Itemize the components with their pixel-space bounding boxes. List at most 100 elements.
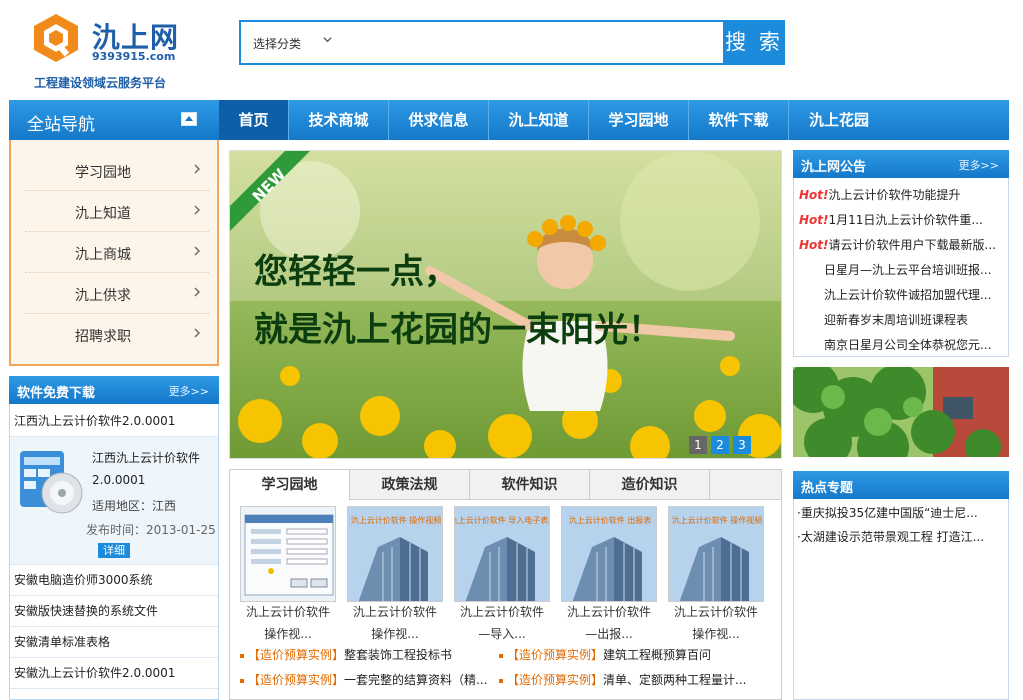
site-nav-menu: 学习园地 氿上知道 氿上商城 氿上供求 招聘求职 [9, 140, 219, 366]
bullet-icon [499, 653, 503, 658]
tab-software-knowledge[interactable]: 软件知识 [470, 470, 590, 500]
bullet-icon [240, 678, 244, 683]
thumb-video-3[interactable]: 氿上云计价软件 出报表 [561, 506, 657, 602]
collapse-toggle-icon[interactable] [181, 112, 197, 126]
side-menu-item[interactable]: 氿上商城 [25, 232, 209, 273]
download-featured-version: 2.0.0001 [92, 473, 146, 487]
tab-bar: 学习园地 政策法规 软件知识 造价知识 [230, 470, 781, 501]
thumb-software-screenshot[interactable] [240, 506, 336, 602]
side-menu-label: 氿上供求 [75, 288, 131, 304]
download-item[interactable]: 安徽清单标准表格 [10, 627, 218, 658]
nav-home[interactable]: 首页 [219, 100, 289, 140]
hot-badge: Hot! [799, 213, 829, 227]
thumb-img-text: 氿上云计价软件 操作视频 [351, 515, 442, 525]
search-button[interactable]: 搜 索 [723, 20, 785, 65]
building-image: 氿上云计价软件 操作视频 [348, 507, 442, 601]
notice-item[interactable]: 日星月—氿上云平台培训班报... [824, 261, 1004, 278]
download-item[interactable]: 安徽版快速替换的系统文件 [10, 596, 218, 627]
nav-garden[interactable]: 氿上花园 [789, 100, 889, 140]
search-category-select[interactable]: 选择分类 [253, 35, 301, 52]
chevron-right-icon [194, 164, 200, 174]
side-menu-item[interactable]: 学习园地 [25, 150, 209, 191]
news-item[interactable]: 【造价预算实例】清单、定额两种工程量计... [499, 671, 746, 688]
download-featured-area: 适用地区：江西 [92, 499, 177, 513]
topic-item[interactable]: ·太湖建设示范带景观工程 打造江... [797, 528, 1003, 545]
side-menu-item[interactable]: 氿上知道 [25, 191, 209, 232]
banner-image: NEW 您轻轻一点， 就是氿上花园的一束阳光！ [230, 151, 781, 458]
nav-supply-info[interactable]: 供求信息 [389, 100, 489, 140]
download-featured-date: 发布时间：2013-01-25 [86, 523, 216, 537]
download-detail-button[interactable]: 详细 [98, 543, 130, 558]
notice-more-link[interactable]: 更多>> [959, 157, 999, 173]
banner-slider[interactable]: NEW 您轻轻一点， 就是氿上花园的一束阳光！ 123 [229, 150, 782, 459]
thumb-video-1[interactable]: 氿上云计价软件 操作视频 [347, 506, 443, 602]
tab-cost-knowledge[interactable]: 造价知识 [590, 470, 710, 500]
download-more-link[interactable]: 更多>> [169, 383, 209, 399]
side-menu-label: 学习园地 [75, 165, 131, 181]
notice-panel-title: 氿上网公告 [801, 160, 867, 175]
thumb-img-text: 氿上云计价软件 出报表 [569, 515, 652, 525]
thumb-caption[interactable]: 氿上云计价软件 操作视... [340, 601, 450, 645]
thumb-caption[interactable]: 氿上云计价软件 操作视... [661, 601, 771, 645]
bullet-icon [499, 678, 503, 683]
news-item[interactable]: 【造价预算实例】整套装饰工程投标书 [240, 646, 452, 663]
search-box: 选择分类 搜 索 [239, 20, 785, 65]
download-featured-name[interactable]: 江西氿上云计价软件 [92, 449, 200, 466]
chevron-right-icon [194, 205, 200, 215]
download-panel-header: 软件免费下载 更多>> [9, 376, 219, 404]
tab-learning[interactable]: 学习园地 [230, 470, 350, 501]
nav-learning[interactable]: 学习园地 [589, 100, 689, 140]
main-nav: 首页 技术商城 供求信息 氿上知道 学习园地 软件下载 氿上花园 [219, 100, 1009, 140]
news-item[interactable]: 【造价预算实例】建筑工程概预算百问 [499, 646, 711, 663]
notice-item[interactable]: 迎新春岁末周培训班课程表 [824, 311, 1004, 328]
banner-page-1[interactable]: 1 [689, 436, 707, 454]
hot-badge: Hot! [799, 238, 829, 252]
topics-panel-header: 热点专题 [793, 471, 1009, 499]
side-menu-item[interactable]: 招聘求职 [25, 314, 209, 355]
thumb-caption[interactable]: 氿上云计价软件 —导入... [447, 601, 557, 645]
banner-line-1: 您轻轻一点， [254, 252, 458, 292]
notice-item[interactable]: Hot!氿上云计价软件功能提升 [799, 186, 999, 203]
notice-item[interactable]: Hot!请云计价软件用户下载最新版... [799, 236, 999, 253]
site-nav-header: 全站导航 [9, 100, 219, 140]
nav-software-download[interactable]: 软件下载 [689, 100, 789, 140]
nav-zhidao[interactable]: 氿上知道 [489, 100, 589, 140]
news-item[interactable]: 【造价预算实例】一套完整的结算资料（精... [240, 671, 487, 688]
nav-tech-mall[interactable]: 技术商城 [289, 100, 389, 140]
notice-item[interactable]: Hot!1月11日氿上云计价软件重... [799, 211, 999, 228]
download-featured: 江西氿上云计价软件 2.0.0001 适用地区：江西 发布时间：2013-01-… [10, 437, 218, 565]
thumb-video-2[interactable]: 氿上云计价软件 导入电子表格 [454, 506, 550, 602]
chevron-down-icon[interactable] [323, 35, 332, 44]
side-menu-label: 氿上商城 [75, 247, 131, 263]
page: 氿上网 9393915.com 工程建设领域云服务平台 选择分类 搜 索 全站导… [0, 0, 1023, 700]
tree-image [793, 367, 1009, 457]
download-panel-title: 软件免费下载 [17, 386, 96, 401]
chevron-right-icon [194, 328, 200, 338]
side-menu-label: 氿上知道 [75, 206, 131, 222]
banner-page-2[interactable]: 2 [711, 436, 729, 454]
download-item[interactable]: 江西氿上云计价软件2.0.0001 [10, 406, 218, 437]
logo-mark-icon [34, 14, 78, 62]
bullet-icon [240, 653, 244, 658]
building-image: 氿上云计价软件 出报表 [562, 507, 656, 601]
banner-line-2: 就是氿上花园的一束阳光！ [254, 310, 662, 350]
side-banner-image[interactable] [793, 367, 1009, 457]
download-item[interactable]: 安徽氿上云计价软件2.0.0001 [10, 658, 218, 689]
software-window-image [241, 507, 335, 601]
thumb-caption[interactable]: 氿上云计价软件 —出报... [554, 601, 664, 645]
logo-slogan: 工程建设领域云服务平台 [34, 76, 167, 90]
site-logo[interactable]: 氿上网 9393915.com 工程建设领域云服务平台 [30, 8, 210, 92]
hot-badge: Hot! [799, 188, 829, 202]
topics-panel-title: 热点专题 [801, 481, 854, 496]
notice-item[interactable]: 氿上云计价软件诚招加盟代理... [824, 286, 1004, 303]
topic-item[interactable]: ·重庆拟投35亿建中国版“迪士尼... [797, 504, 1003, 521]
notice-item[interactable]: 南京日星月公司全体恭祝您元... [824, 336, 1004, 353]
search-input[interactable] [351, 26, 721, 59]
download-item[interactable]: 安徽电脑造价师3000系统 [10, 565, 218, 596]
building-image: 氿上云计价软件 导入电子表格 [455, 507, 549, 601]
banner-page-3[interactable]: 3 [733, 436, 751, 454]
thumb-caption[interactable]: 氿上云计价软件 操作视... [233, 601, 343, 645]
thumb-video-4[interactable]: 氿上云计价软件 操作视频 [668, 506, 764, 602]
side-menu-item[interactable]: 氿上供求 [25, 273, 209, 314]
tab-policy[interactable]: 政策法规 [350, 470, 470, 500]
